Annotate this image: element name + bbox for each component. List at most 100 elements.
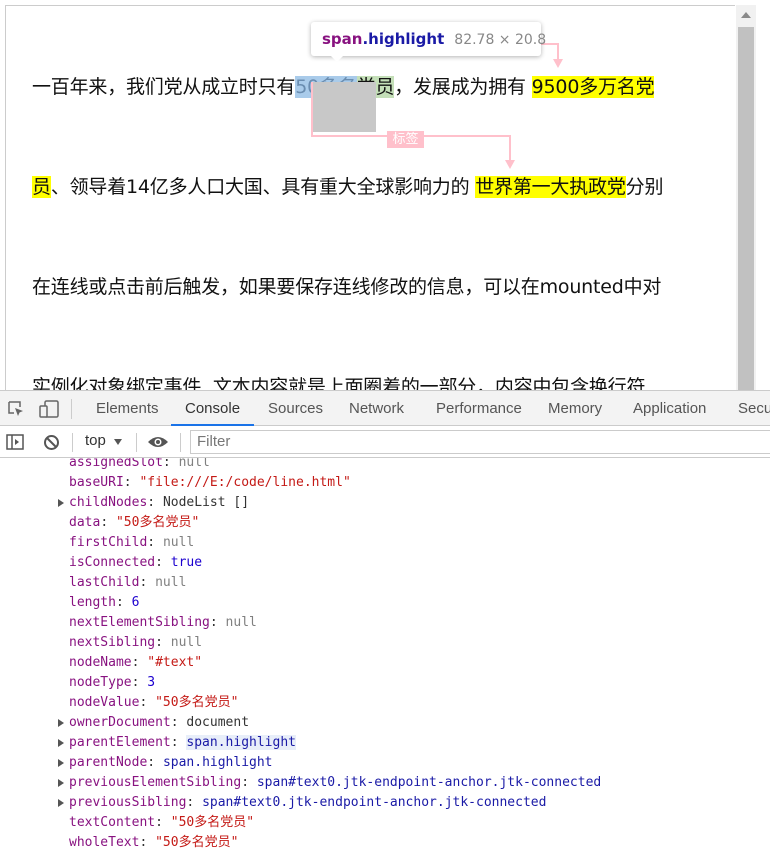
property-value: 6 bbox=[131, 595, 140, 610]
property-key: nodeName bbox=[69, 655, 132, 670]
tab-security[interactable]: Secu bbox=[738, 391, 770, 426]
property-key: isConnected bbox=[69, 555, 156, 570]
connector-label[interactable]: 标签 bbox=[387, 131, 424, 148]
devtools-tab-bar: Elements Console Sources Network Perform… bbox=[0, 390, 770, 426]
expand-triangle-icon[interactable] bbox=[58, 759, 64, 767]
clear-console-icon[interactable] bbox=[43, 434, 60, 451]
connector-line-1 bbox=[311, 82, 511, 166]
console-property-row[interactable]: previousSibling: span#text0.jtk-endpoint… bbox=[69, 793, 546, 813]
console-property-row: nodeType: 3 bbox=[69, 675, 156, 690]
expand-triangle-icon[interactable] bbox=[58, 499, 64, 507]
tab-elements[interactable]: Elements bbox=[96, 391, 159, 426]
filter-input[interactable]: Filter bbox=[190, 430, 770, 454]
property-key: parentNode bbox=[69, 755, 148, 770]
tooltip-arrow bbox=[330, 55, 344, 62]
property-key: length bbox=[69, 595, 116, 610]
console-property-row: nextElementSibling: null bbox=[69, 615, 257, 630]
tab-sources[interactable]: Sources bbox=[268, 391, 323, 426]
tab-performance[interactable]: Performance bbox=[436, 391, 522, 426]
console-property-row: nextSibling: null bbox=[69, 635, 203, 650]
scroll-up-icon[interactable] bbox=[741, 12, 751, 18]
toolbar-divider bbox=[136, 433, 137, 452]
console-property-row: nodeName: "#text" bbox=[69, 655, 203, 670]
eye-icon[interactable] bbox=[147, 435, 169, 449]
property-key: parentElement bbox=[69, 735, 171, 750]
page-scrollbar[interactable] bbox=[736, 5, 756, 390]
toolbar-divider bbox=[71, 399, 72, 419]
expand-triangle-icon[interactable] bbox=[58, 779, 64, 787]
device-toolbar-icon[interactable] bbox=[38, 400, 60, 418]
property-key: nextSibling bbox=[69, 635, 156, 650]
connector-arrow-2 bbox=[553, 59, 563, 68]
property-value: null bbox=[155, 575, 187, 590]
console-property-row[interactable]: ownerDocument: document bbox=[69, 713, 249, 733]
tooltip-tag: span bbox=[322, 30, 363, 48]
console-property-row[interactable]: previousElementSibling: span#text0.jtk-e… bbox=[69, 773, 601, 793]
tab-application[interactable]: Application bbox=[633, 391, 706, 426]
toolbar-divider bbox=[180, 433, 181, 452]
property-value[interactable]: span#text0.jtk-endpoint-anchor.jtk-conne… bbox=[257, 775, 601, 790]
property-key: lastChild bbox=[69, 575, 140, 590]
chevron-down-icon[interactable] bbox=[114, 439, 122, 445]
tab-console[interactable]: Console bbox=[170, 391, 255, 426]
inspect-element-icon[interactable] bbox=[7, 400, 25, 418]
context-selector[interactable]: top bbox=[85, 432, 106, 449]
property-key: wholeText bbox=[69, 835, 140, 850]
property-key: ownerDocument bbox=[69, 715, 171, 730]
property-value[interactable]: span.highlight bbox=[163, 755, 273, 770]
console-property-row: assignedSlot: null bbox=[69, 458, 210, 473]
expand-triangle-icon[interactable] bbox=[58, 799, 64, 807]
property-value: "file:///E:/code/line.html" bbox=[139, 475, 351, 490]
console-property-row: isConnected: true bbox=[69, 555, 203, 570]
console-property-row: data: "50多名党员" bbox=[69, 515, 200, 530]
property-value: true bbox=[170, 555, 203, 570]
tab-memory[interactable]: Memory bbox=[548, 391, 602, 426]
console-property-row: lastChild: null bbox=[69, 575, 187, 590]
right-margin bbox=[756, 5, 770, 390]
property-value: "50多名党员" bbox=[170, 815, 255, 830]
connector-lines bbox=[311, 43, 563, 169]
property-value[interactable]: span.highlight bbox=[186, 735, 296, 750]
console-property-row[interactable]: childNodes: NodeList [] bbox=[69, 493, 249, 513]
property-key: previousElementSibling bbox=[69, 775, 242, 790]
property-key: firstChild bbox=[69, 535, 148, 550]
property-value[interactable]: document bbox=[186, 715, 249, 730]
toolbar-divider bbox=[72, 433, 73, 452]
property-key: nodeValue bbox=[69, 695, 140, 710]
property-key: data bbox=[69, 515, 101, 530]
connector-arrow-1 bbox=[505, 160, 515, 169]
property-key: nextElementSibling bbox=[69, 615, 210, 630]
inspect-tooltip: span.highlight 82.78 × 20.8 bbox=[311, 22, 546, 56]
property-value: null bbox=[178, 458, 210, 470]
property-value: "#text" bbox=[147, 655, 203, 670]
page-viewport: 一百年来，我们党从成立时只有50多名党员，发展成为拥有 9500多万名党 员、领… bbox=[5, 5, 735, 390]
property-key: nodeType bbox=[69, 675, 132, 690]
property-key: previousSibling bbox=[69, 795, 187, 810]
console-output[interactable]: assignedSlot: null baseURI: "file:///E:/c… bbox=[0, 458, 770, 853]
property-value: null bbox=[162, 535, 195, 550]
property-key: assignedSlot bbox=[69, 458, 163, 470]
console-property-row[interactable]: parentElement: span.highlight bbox=[69, 733, 296, 753]
property-value: "50多名党员" bbox=[115, 515, 200, 530]
console-toolbar: top Filter bbox=[0, 427, 770, 458]
property-key: childNodes bbox=[69, 495, 148, 510]
console-property-row: baseURI: "file:///E:/code/line.html" bbox=[69, 475, 351, 490]
tooltip-dimensions: 82.78 × 20.8 bbox=[454, 32, 547, 48]
console-property-row: firstChild: null bbox=[69, 535, 195, 550]
expand-triangle-icon[interactable] bbox=[58, 739, 64, 747]
property-key: baseURI bbox=[69, 475, 124, 490]
property-value[interactable]: NodeList [] bbox=[163, 495, 249, 510]
property-key: textContent bbox=[69, 815, 156, 830]
sidebar-toggle-icon[interactable] bbox=[6, 434, 24, 450]
property-value: null bbox=[225, 615, 257, 630]
scroll-thumb[interactable] bbox=[738, 27, 754, 390]
tab-network[interactable]: Network bbox=[349, 391, 404, 426]
console-property-row: length: 6 bbox=[69, 595, 140, 610]
property-value: null bbox=[170, 635, 203, 650]
property-value[interactable]: span#text0.jtk-endpoint-anchor.jtk-conne… bbox=[202, 795, 546, 810]
tooltip-class: .highlight bbox=[362, 30, 445, 48]
console-property-row: nodeValue: "50多名党员" bbox=[69, 695, 239, 710]
console-property-row[interactable]: parentNode: span.highlight bbox=[69, 753, 273, 773]
expand-triangle-icon[interactable] bbox=[58, 719, 64, 727]
property-value: 3 bbox=[147, 675, 156, 690]
